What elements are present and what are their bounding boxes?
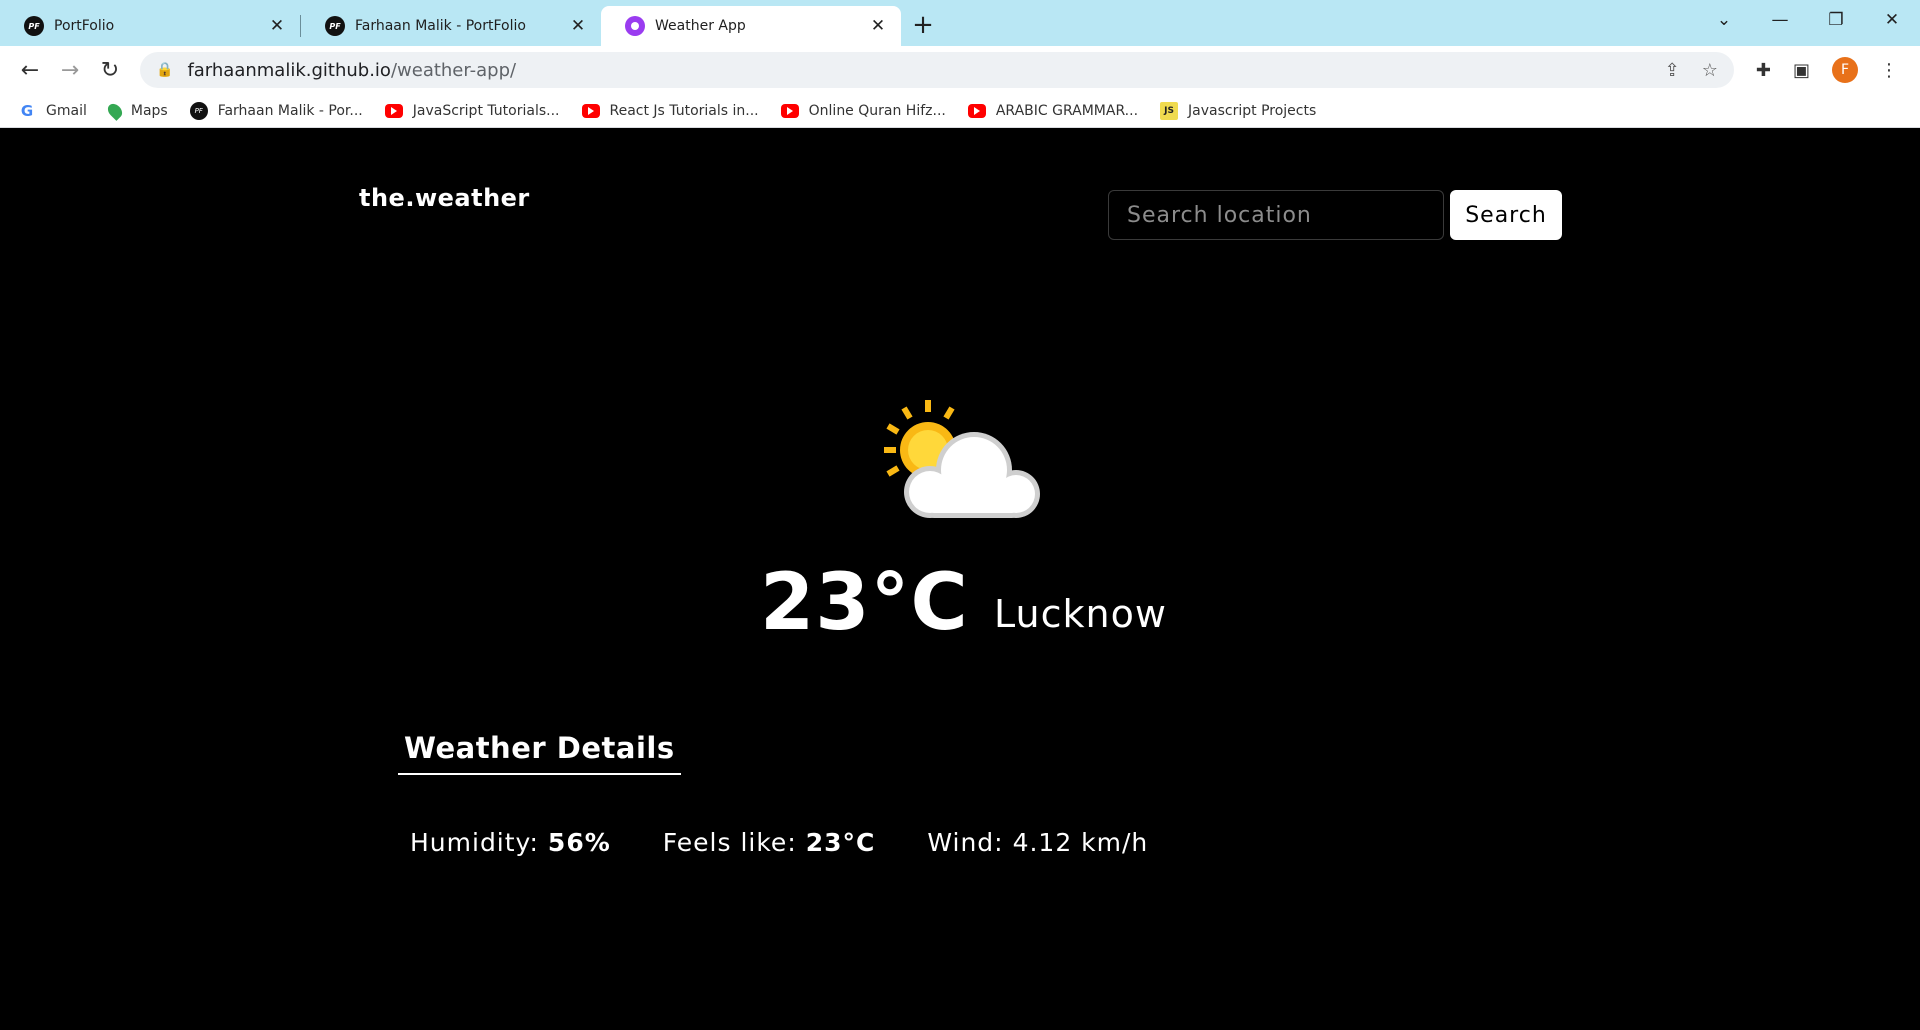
tab-strip: PF PortFolio ✕ PF Farhaan Malik - PortFo… [0,0,1920,46]
profile-avatar[interactable]: F [1832,57,1858,83]
tab-search-icon[interactable]: ⌄ [1696,10,1752,30]
temperature: 23°C [760,558,969,648]
feels-like: Feels like: 23°C [663,828,876,857]
humidity: Humidity: 56% [410,828,611,857]
maps-icon [104,100,125,121]
restore-icon[interactable]: ❐ [1808,10,1864,30]
feels-like-value: 23°C [805,828,876,857]
bookmark-js-projects[interactable]: JS Javascript Projects [1160,101,1317,120]
city-name: Lucknow [994,592,1167,636]
bookmark-label: Online Quran Hifz... [808,102,946,119]
wind-value: 4.12 km/h [1012,828,1149,857]
bookmarks-bar: G Gmail Maps PF Farhaan Malik - Por... J… [0,94,1920,128]
pf-icon: PF [325,16,345,36]
bookmark-star-icon[interactable]: ☆ [1702,60,1718,81]
bookmark-quran-hifz[interactable]: Online Quran Hifz... [780,102,946,119]
search-button[interactable]: Search [1450,190,1562,240]
youtube-icon [967,103,986,118]
bookmark-label: Farhaan Malik - Por... [217,102,363,119]
weather-details: Humidity: 56% Feels like: 23°C Wind: 4.1… [410,828,1148,857]
extensions-icon[interactable]: ✚ [1756,60,1771,81]
partly-cloudy-icon [868,396,1048,530]
back-icon[interactable]: ← [10,58,50,83]
bookmark-js-tutorials[interactable]: JavaScript Tutorials... [384,102,560,119]
youtube-icon [780,103,799,118]
youtube-icon [384,103,403,118]
close-icon[interactable]: ✕ [567,16,589,36]
bookmark-react-tutorials[interactable]: React Js Tutorials in... [581,102,759,119]
close-icon[interactable]: ✕ [266,16,288,36]
tab-farhaan-portfolio[interactable]: PF Farhaan Malik - PortFolio ✕ [301,6,601,46]
humidity-value: 56% [547,828,611,857]
tab-title: Farhaan Malik - PortFolio [355,18,526,34]
forward-icon[interactable]: → [50,58,90,83]
url-field[interactable]: 🔒 farhaanmalik.github.io/weather-app/ ⇪ … [140,52,1734,88]
side-panel-icon[interactable]: ▣ [1793,60,1810,81]
feels-like-label: Feels like: [662,828,797,857]
new-tab-button[interactable]: + [901,6,945,46]
bookmark-maps[interactable]: Maps [104,100,168,121]
js-icon: JS [1160,101,1179,120]
bookmark-label: Javascript Projects [1188,102,1317,119]
menu-icon[interactable]: ⋮ [1880,60,1898,81]
url-path: /weather-app/ [390,59,517,81]
bookmark-label: Maps [130,102,168,119]
tab-weather-app[interactable]: Weather App ✕ [601,6,901,46]
wind-label: Wind: [927,828,1004,857]
tab-title: PortFolio [54,18,115,34]
tab-title: Weather App [655,18,746,34]
bookmark-gmail[interactable]: G Gmail [18,101,87,120]
search-form: Search [1108,190,1562,240]
tab-portfolio[interactable]: PF PortFolio ✕ [0,6,300,46]
lock-icon[interactable]: 🔒 [156,62,173,78]
search-input[interactable] [1108,190,1444,240]
pf-icon: PF [189,101,208,120]
weather-page: the.weather Search location Search 23°C … [0,128,1920,1030]
url-host: farhaanmalik.github.io [187,59,391,81]
close-icon[interactable]: ✕ [867,16,889,36]
bookmark-arabic-grammar[interactable]: ARABIC GRAMMAR... [967,102,1139,119]
weather-details-heading: Weather Details [398,731,681,775]
bookmark-label: JavaScript Tutorials... [412,102,560,119]
google-icon: G [20,101,34,120]
youtube-icon [581,103,600,118]
reload-icon[interactable]: ↻ [90,58,130,83]
app-logo[interactable]: the.weather [359,184,530,212]
bookmark-farhaan-portfolio[interactable]: PF Farhaan Malik - Por... [189,101,363,120]
address-bar-row: ← → ↻ 🔒 farhaanmalik.github.io/weather-a… [0,46,1920,94]
share-icon[interactable]: ⇪ [1665,60,1680,81]
wind: Wind: 4.12 km/h [927,828,1148,857]
minimize-icon[interactable]: — [1752,10,1808,30]
window-controls: ⌄ — ❐ ✕ [1696,0,1920,40]
bookmark-label: ARABIC GRAMMAR... [995,102,1139,119]
humidity-label: Humidity: [410,828,539,857]
weather-app-icon [625,16,645,36]
bookmark-label: Gmail [46,102,87,119]
close-window-icon[interactable]: ✕ [1864,10,1920,30]
bookmark-label: React Js Tutorials in... [609,102,759,119]
pf-icon: PF [24,16,44,36]
